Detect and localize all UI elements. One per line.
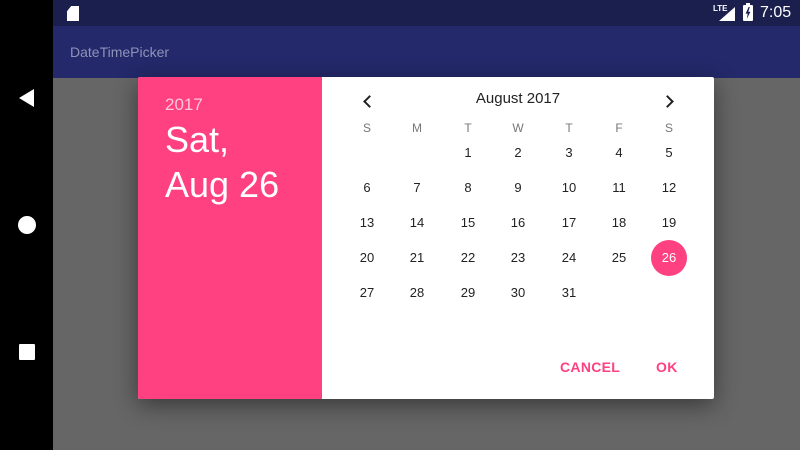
network-type-label: LTE [713,4,728,13]
recents-square-icon [18,344,35,360]
header-weekday: Sat, [165,119,230,160]
chevron-right-icon [660,94,674,108]
weekday-label: M [412,121,422,135]
calendar-day[interactable]: 25 [601,240,637,276]
nav-home-button[interactable] [0,205,53,245]
calendar-day[interactable]: 5 [651,135,687,171]
calendar-day[interactable]: 10 [551,170,587,206]
nav-recents-button[interactable] [0,332,53,372]
calendar-day[interactable]: 31 [551,275,587,311]
status-clock: 7:05 [760,4,792,21]
home-circle-icon [17,216,36,234]
battery-charging-icon [743,3,753,21]
weekday-label: F [615,121,623,135]
app-bar: DateTimePicker [53,26,800,78]
calendar-day[interactable]: 15 [450,205,486,241]
calendar-day[interactable]: 14 [399,205,435,241]
selected-day[interactable]: 26 [651,240,687,276]
navigation-bar [0,0,53,450]
calendar-day[interactable]: 30 [500,275,536,311]
nav-back-button[interactable] [0,78,53,118]
ok-button[interactable]: OK [656,359,678,375]
calendar-day[interactable]: 11 [601,170,637,206]
calendar-day[interactable]: 29 [450,275,486,311]
weekday-label: T [464,121,472,135]
calendar-day[interactable]: 23 [500,240,536,276]
calendar-day[interactable]: 6 [349,170,385,206]
header-year[interactable]: 2017 [165,95,203,115]
calendar-day[interactable]: 8 [450,170,486,206]
weekday-label: S [664,121,673,135]
calendar-day[interactable]: 1 [450,135,486,171]
status-bar: LTE 7:05 [53,0,800,26]
calendar-day[interactable]: 20 [349,240,385,276]
app-title: DateTimePicker [70,44,170,60]
weekday-label: S [362,121,371,135]
sd-card-icon [67,6,79,21]
weekday-label: T [565,121,573,135]
calendar-day[interactable]: 22 [450,240,486,276]
month-title: August 2017 [475,90,561,107]
date-picker-dialog: 2017 Sat, Aug 26 August 2017 S M T W T F… [138,77,714,399]
calendar-panel: August 2017 S M T W T F S 1 2 3 4 5 6 7 8 9 10 11 1… [322,77,714,399]
back-triangle-icon [19,89,34,107]
calendar-day[interactable]: 7 [399,170,435,206]
dialog-header: 2017 Sat, Aug 26 [138,77,322,399]
calendar-day[interactable]: 16 [500,205,536,241]
calendar-day[interactable]: 21 [399,240,435,276]
calendar-day[interactable]: 9 [500,170,536,206]
calendar-day[interactable]: 13 [349,205,385,241]
cancel-button[interactable]: CANCEL [560,359,620,375]
calendar-day[interactable]: 27 [349,275,385,311]
calendar-day[interactable]: 4 [601,135,637,171]
calendar-day[interactable]: 2 [500,135,536,171]
calendar-day[interactable]: 18 [601,205,637,241]
calendar-day[interactable]: 3 [551,135,587,171]
header-date[interactable]: Sat, Aug 26 [165,117,279,207]
calendar-day[interactable]: 12 [651,170,687,206]
calendar-day[interactable]: 28 [399,275,435,311]
header-month-day: Aug 26 [165,164,280,205]
calendar-day[interactable]: 24 [551,240,587,276]
weekday-label: W [512,121,524,135]
calendar-day[interactable]: 19 [651,205,687,241]
calendar-day[interactable]: 17 [551,205,587,241]
next-month-button[interactable] [657,89,681,113]
